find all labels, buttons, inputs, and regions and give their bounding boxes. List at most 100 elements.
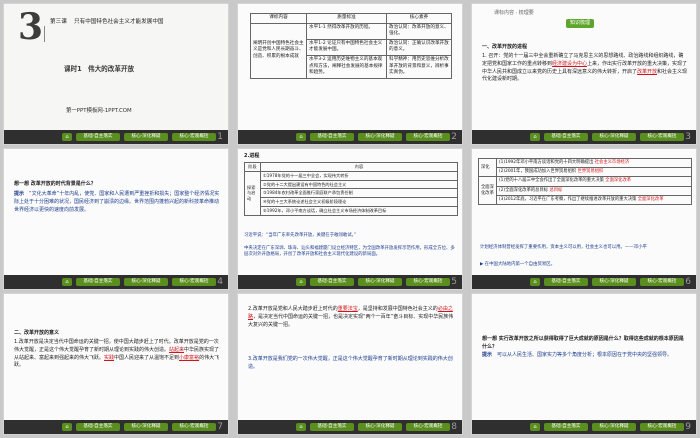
table-cell: 水平1-1 然得改革开放的历程。 bbox=[306, 22, 387, 40]
slide-number: 5 bbox=[451, 277, 457, 287]
table-cell: 水平1-2 论证只有中国特色社会主义才能发展中国。 bbox=[306, 38, 387, 56]
slide9-answer: 提示 可以从人民生活、国家实力等多个角度分析；根本原因在于党中央的坚强领导。 bbox=[482, 352, 673, 358]
table-header: 课标内容 bbox=[250, 13, 307, 24]
table-cell: 阐明开创中国特色社会主义是党和人民长期奋斗、创造、积累的根本成就 bbox=[250, 22, 307, 79]
slide3-body: 1. 召开：党的十一届三中全会重新确立了马克思主义的思想路线、政治路线和组织路线… bbox=[482, 53, 688, 83]
footer-nav-a[interactable]: 基础·自主落实 bbox=[544, 278, 588, 286]
slide8-footer: ⌂ 基础·自主落实 核心·深化释疑 核心·宏观概括 bbox=[238, 420, 462, 434]
slide1-watermark: 第一PPT模板网-1PPT.COM bbox=[66, 108, 132, 114]
slide1-footer: ⌂ 基础·自主落实 核心·深化释疑 核心·宏观概括 bbox=[4, 130, 228, 144]
footer-nav-b[interactable]: 核心·深化释疑 bbox=[592, 278, 636, 286]
home-icon[interactable]: ⌂ bbox=[530, 278, 540, 286]
slide-thumbnail-9[interactable]: 想一想 实行改革开放之所以获得取得了巨大成就的原因是什么？取得这些成就的根本原因… bbox=[471, 293, 697, 435]
table-cell: ⑤1992年，邓小平南方谈话，确立社会主义市场经济体制改革目标 bbox=[260, 205, 458, 216]
slide-number: 8 bbox=[451, 422, 457, 432]
footer-nav-c[interactable]: 核心·宏观概括 bbox=[172, 423, 216, 431]
slide4-answer: 提示 “文化大革命”十年内乱，使党、国家和人民遭到严重挫折和损失；国家整个经济情… bbox=[14, 191, 220, 213]
slide3-footer: ⌂ 基础·自主落实 核心·深化释疑 核心·宏观概括 bbox=[472, 130, 696, 144]
slide-number: 4 bbox=[217, 277, 223, 287]
footer-nav-c[interactable]: 核心·宏观概括 bbox=[172, 278, 216, 286]
slide9-question: 想一想 实行改革开放之所以获得取得了巨大成就的原因是什么？取得这些成就的根本原因… bbox=[482, 336, 684, 350]
slide8-body: 2.改革开放是党和人民大踏步赶上时代的重要法宝，是坚持和发展中国特色社会主义的必… bbox=[248, 306, 454, 328]
footer-nav-a[interactable]: 基础·自主落实 bbox=[76, 278, 120, 286]
table-cell: 探索与启动 bbox=[244, 170, 261, 216]
table-cell: ③1984年农村改革全面推行家庭联产承包责任制 bbox=[260, 188, 458, 199]
footer-nav-b[interactable]: 核心·深化释疑 bbox=[358, 423, 402, 431]
footer-nav-a[interactable]: 基础·自主落实 bbox=[310, 278, 354, 286]
footer-nav-b[interactable]: 核心·深化释疑 bbox=[592, 133, 636, 141]
footer-nav-c[interactable]: 核心·宏观概括 bbox=[406, 133, 450, 141]
slide3-answer-2: 改革开放 bbox=[637, 68, 658, 75]
footer-nav-c[interactable]: 核心·宏观概括 bbox=[640, 133, 684, 141]
slide3-knowledge-button[interactable]: 知识梳理 bbox=[566, 19, 594, 28]
slide5-note-2: 中央决定在广东深圳、珠海、汕头和福建厦门设立经济特区，为全国改革开放发挥示范作用… bbox=[244, 246, 455, 258]
footer-nav-b[interactable]: 核心·深化释疑 bbox=[592, 423, 636, 431]
footer-nav-c[interactable]: 核心·宏观概括 bbox=[640, 423, 684, 431]
footer-nav-a[interactable]: 基础·自主落实 bbox=[310, 133, 354, 141]
table-cell: 全面深化改革 bbox=[478, 176, 497, 206]
table-header: 内容 bbox=[260, 162, 458, 172]
footer-nav-a[interactable]: 基础·自主落实 bbox=[310, 423, 354, 431]
table-cell: 政治认同：正确认识改革开放的意义。 bbox=[386, 38, 452, 56]
slide-number: 9 bbox=[685, 422, 691, 432]
slide6-note: 计划经济体制曾经发挥了重要作用，资本主义可以用，社会主义也可以用。——邓小平 bbox=[480, 245, 647, 250]
footer-nav-c[interactable]: 核心·宏观概括 bbox=[406, 278, 450, 286]
home-icon[interactable]: ⌂ bbox=[296, 278, 306, 286]
slide5-process-table: 阶段 内容 探索与启动 ①1978年党的十一届三中全会，实现伟大转折 ②党的十二… bbox=[244, 162, 458, 216]
slide-thumbnail-8[interactable]: 2.改革开放是党和人民大踏步赶上时代的重要法宝，是坚持和发展中国特色社会主义的必… bbox=[237, 293, 463, 435]
slide-thumbnail-5[interactable]: 2.进程 阶段 内容 探索与启动 ①1978年党的十一届三中全会，实现伟大转折 … bbox=[237, 148, 463, 290]
slide5-footer: ⌂ 基础·自主落实 核心·深化释疑 核心·宏观概括 bbox=[238, 275, 462, 289]
slide7-answer-1: 站起来 bbox=[169, 346, 185, 353]
slide1-period-title: 伟大的改革开放 bbox=[88, 65, 135, 73]
slide-thumbnail-6[interactable]: 深化 (1)1992年邓小平南方谈话和党的十四大明确提出 社会主义市场经济 (2… bbox=[471, 148, 697, 290]
table-header: 核心素养 bbox=[386, 13, 452, 24]
footer-nav-a[interactable]: 基础·自主落实 bbox=[76, 133, 120, 141]
table-header: 质量标准 bbox=[306, 13, 387, 24]
slide-thumbnail-2[interactable]: 课标内容 质量标准 核心素养 阐明开创中国特色社会主义是党和人民长期奋斗、创造、… bbox=[237, 3, 463, 145]
footer-nav-b[interactable]: 核心·深化释疑 bbox=[358, 133, 402, 141]
footer-nav-b[interactable]: 核心·深化释疑 bbox=[124, 423, 168, 431]
home-icon[interactable]: ⌂ bbox=[62, 278, 72, 286]
table-cell: 科学精神：用历史思维分析改革开放的背景和意义，辨析事实真伪。 bbox=[386, 54, 452, 79]
table-cell: 政治认同：改革开放的意义、强化。 bbox=[386, 22, 452, 40]
footer-nav-b[interactable]: 核心·深化释疑 bbox=[358, 278, 402, 286]
table-cell: 水平3-2 运用历史唯物主义的基本观点和方法，阐释社会发展的基本规律和趋势。 bbox=[306, 54, 387, 79]
slide-number: 3 bbox=[685, 132, 691, 142]
slide-thumbnail-7[interactable]: 二、改革开放的意义 1.改革开放是决定当代中国命运的关键一招，使中国大踏步赶上了… bbox=[3, 293, 229, 435]
footer-nav-a[interactable]: 基础·自主落实 bbox=[544, 423, 588, 431]
home-icon[interactable]: ⌂ bbox=[296, 133, 306, 141]
slide-number: 7 bbox=[217, 422, 223, 432]
home-icon[interactable]: ⌂ bbox=[530, 423, 540, 431]
slide3-tag: 课标内容 · 梳理要 bbox=[494, 10, 534, 16]
slide-number: 2 bbox=[451, 132, 457, 142]
footer-nav-b[interactable]: 核心·深化释疑 bbox=[124, 278, 168, 286]
slide6-footer: ⌂ 基础·自主落实 核心·深化释疑 核心·宏观概括 bbox=[472, 275, 696, 289]
slide7-heading: 二、改革开放的意义 bbox=[14, 330, 60, 336]
slide6-tail: ▶ 在中国大陆地内第一个自由贸易区。 bbox=[480, 262, 556, 267]
footer-nav-a[interactable]: 基础·自主落实 bbox=[544, 133, 588, 141]
footer-nav-a[interactable]: 基础·自主落实 bbox=[76, 423, 120, 431]
table-cell: (3)2012年底，习近平在广东考察，作出了继续推进改革开放的重大决策 全面深化… bbox=[496, 194, 692, 206]
slide-thumbnail-3[interactable]: 课标内容 · 梳理要 知识梳理 一、改革开放的进程 1. 召开：党的十一届三中全… bbox=[471, 3, 697, 145]
home-icon[interactable]: ⌂ bbox=[530, 133, 540, 141]
slide7-answer-3: 小康富裕 bbox=[179, 354, 200, 361]
slide-number: 1 bbox=[217, 132, 223, 142]
footer-nav-b[interactable]: 核心·深化释疑 bbox=[124, 133, 168, 141]
home-icon[interactable]: ⌂ bbox=[62, 423, 72, 431]
table-header: 阶段 bbox=[244, 162, 261, 172]
slide6-stage-table: 深化 (1)1992年邓小平南方谈话和党的十四大明确提出 社会主义市场经济 (2… bbox=[478, 157, 692, 206]
slide-thumbnail-1[interactable]: 3 第三课 只有中国特色社会主义才能发展中国 课时1 伟大的改革开放 第一PPT… bbox=[3, 3, 229, 145]
slide8-point-3: 3.改革开放是我们党的一次伟大觉醒，正是这个伟大觉醒孕育了新时期从理论到实践的伟… bbox=[248, 356, 453, 370]
slide8-answer-1: 重要法宝 bbox=[337, 306, 358, 312]
footer-nav-c[interactable]: 核心·宏观概括 bbox=[172, 133, 216, 141]
slide9-footer: ⌂ 基础·自主落实 核心·深化释疑 核心·宏观概括 bbox=[472, 420, 696, 434]
footer-nav-c[interactable]: 核心·宏观概括 bbox=[640, 278, 684, 286]
table-cell: ④党的十三大系统论述社会主义初级阶段理论 bbox=[260, 197, 458, 207]
slide4-footer: ⌂ 基础·自主落实 核心·深化释疑 核心·宏观概括 bbox=[4, 275, 228, 289]
footer-nav-c[interactable]: 核心·宏观概括 bbox=[406, 423, 450, 431]
home-icon[interactable]: ⌂ bbox=[296, 423, 306, 431]
home-icon[interactable]: ⌂ bbox=[62, 133, 72, 141]
slide5-note-1: 习近平说：“当年广东率先改革开放，关键在于敢闯敢试。” bbox=[244, 233, 357, 238]
slide-thumbnail-4[interactable]: 想一想 改革开放的时代背景是什么？ 提示 “文化大革命”十年内乱，使党、国家和人… bbox=[3, 148, 229, 290]
slide7-body: 1.改革开放是决定当代中国命运的关键一招，使中国大踏步赶上了时代。改革开放是党的… bbox=[14, 339, 220, 369]
